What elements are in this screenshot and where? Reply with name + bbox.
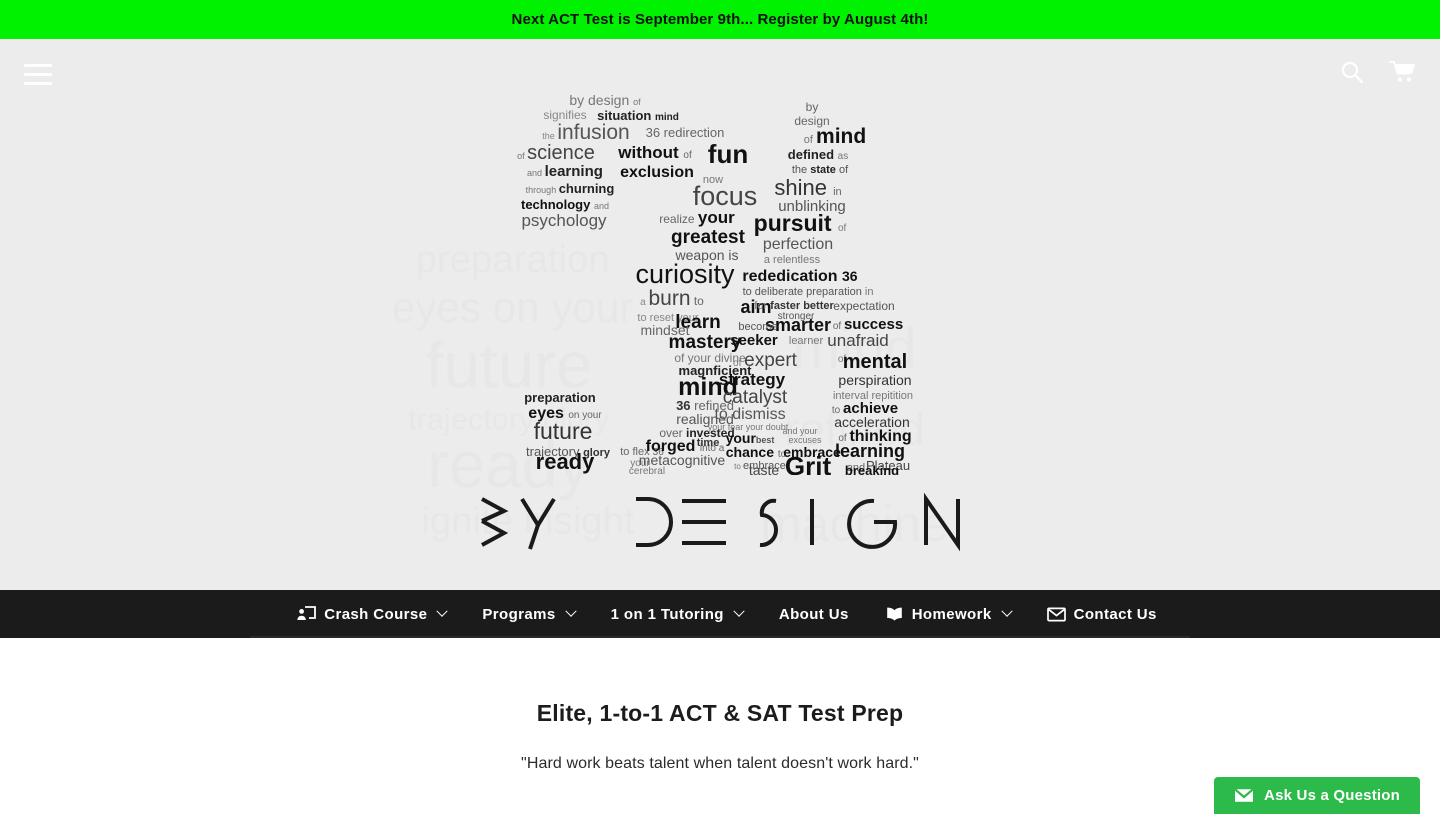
svg-text:ready: ready xyxy=(536,449,595,474)
svg-text:rededication 36: rededication 36 xyxy=(742,268,857,285)
svg-text:36 redirection: 36 redirection xyxy=(646,125,725,140)
svg-text:catalyst: catalyst xyxy=(723,387,788,408)
open-book-icon xyxy=(885,606,904,622)
chevron-down-icon xyxy=(1000,605,1013,617)
search-icon[interactable] xyxy=(1339,59,1365,90)
logo-by-design[interactable] xyxy=(460,491,980,553)
shopping-cart-icon[interactable] xyxy=(1389,60,1416,89)
svg-text:metacognitive: metacognitive xyxy=(639,452,726,468)
svg-text:of science: of science xyxy=(517,142,595,164)
svg-text:perfection: perfection xyxy=(763,236,833,253)
svg-text:expectation: expectation xyxy=(833,299,894,313)
main-navigation: Crash Course Programs 1 on 1 Tutoring Ab… xyxy=(0,590,1440,638)
page-title: Elite, 1-to-1 ACT & SAT Test Prep xyxy=(536,700,904,726)
svg-text:future: future xyxy=(534,418,593,444)
header-actions xyxy=(1339,59,1416,90)
svg-text:focus: focus xyxy=(693,181,758,211)
announcement-text: Next ACT Test is September 9th... Regist… xyxy=(511,11,929,28)
nav-label-1-on-1-tutoring: 1 on 1 Tutoring xyxy=(610,605,724,623)
svg-text:pursuit of: pursuit of xyxy=(754,210,847,236)
svg-text:realize your: realize your xyxy=(659,208,735,227)
presentation-screen-icon xyxy=(297,606,317,622)
svg-text:to dismiss: to dismiss xyxy=(714,406,785,423)
svg-text:seeker: seeker xyxy=(730,332,778,349)
svg-text:breaking: breaking xyxy=(845,463,899,475)
svg-text:a burn to: a burn to xyxy=(640,287,704,310)
nav-item-crash-course[interactable]: Crash Course xyxy=(279,590,464,638)
svg-text:fun: fun xyxy=(708,139,748,169)
svg-text:perspiration: perspiration xyxy=(838,372,911,388)
envelope-icon xyxy=(1046,607,1066,622)
nav-item-1-on-1-tutoring[interactable]: 1 on 1 Tutoring xyxy=(593,590,761,638)
chevron-down-icon xyxy=(733,605,745,617)
svg-text:defined as: defined as xyxy=(788,147,848,162)
site-header xyxy=(0,39,1440,109)
svg-text:curiosity: curiosity xyxy=(635,259,735,289)
envelope-icon xyxy=(1234,788,1254,803)
nav-label-programs: Programs xyxy=(482,605,556,623)
chevron-down-icon xyxy=(436,605,449,617)
svg-text:chance to: chance to xyxy=(726,444,787,460)
svg-text:of mind: of mind xyxy=(804,125,866,148)
nav-underline xyxy=(250,636,1190,638)
svg-text:and learning: and learning xyxy=(527,163,603,180)
nav-label-crash-course: Crash Course xyxy=(324,605,428,623)
svg-text:learner: learner xyxy=(789,335,824,347)
nav-label-homework: Homework xyxy=(911,605,992,623)
announcement-bar: Next ACT Test is September 9th... Regist… xyxy=(0,0,1440,39)
chevron-down-icon xyxy=(564,605,577,617)
svg-text:psychology: psychology xyxy=(521,211,607,230)
svg-text:signifies: signifies xyxy=(543,108,586,122)
svg-text:greatest: greatest xyxy=(671,227,746,248)
svg-text:mental: mental xyxy=(843,351,907,373)
svg-text:through churning: through churning xyxy=(526,181,615,196)
svg-text:without of: without of xyxy=(617,143,692,162)
svg-text:the infusion: the infusion xyxy=(542,121,629,144)
nav-item-about-us[interactable]: About Us xyxy=(761,590,867,638)
nav-items: Crash Course Programs 1 on 1 Tutoring Ab… xyxy=(265,590,1175,638)
ask-button-label: Ask Us a Question xyxy=(1264,787,1400,804)
nav-label-about-us: About Us xyxy=(778,605,849,623)
svg-text:preparation: preparation xyxy=(524,390,596,405)
nav-item-programs[interactable]: Programs xyxy=(464,590,592,638)
svg-text:unafraid: unafraid xyxy=(827,331,888,350)
svg-text:exclusion: exclusion xyxy=(620,164,694,181)
word-cloud-artwork: by design of signifies situation mind th… xyxy=(460,83,980,475)
svg-text:Grit: Grit xyxy=(785,451,832,475)
main-content: Elite, 1-to-1 ACT & SAT Test Prep "Hard … xyxy=(0,638,1440,773)
svg-text:technology and: technology and xyxy=(521,197,609,212)
nav-item-homework[interactable]: Homework xyxy=(867,590,1029,638)
svg-text:taste: taste xyxy=(749,462,780,475)
ask-us-a-question-button[interactable]: Ask Us a Question xyxy=(1214,777,1420,814)
nav-item-contact-us[interactable]: Contact Us xyxy=(1029,590,1175,638)
nav-label-contact-us: Contact Us xyxy=(1073,605,1157,623)
page-quote: "Hard work beats talent when talent does… xyxy=(521,755,919,772)
svg-text:time: time xyxy=(697,437,720,449)
hamburger-menu-icon[interactable] xyxy=(24,58,56,90)
svg-text:shine in: shine in xyxy=(774,175,841,200)
svg-text:a relentless: a relentless xyxy=(764,254,821,266)
hero-section: preparation eyes on your future trajecto… xyxy=(0,39,1440,590)
